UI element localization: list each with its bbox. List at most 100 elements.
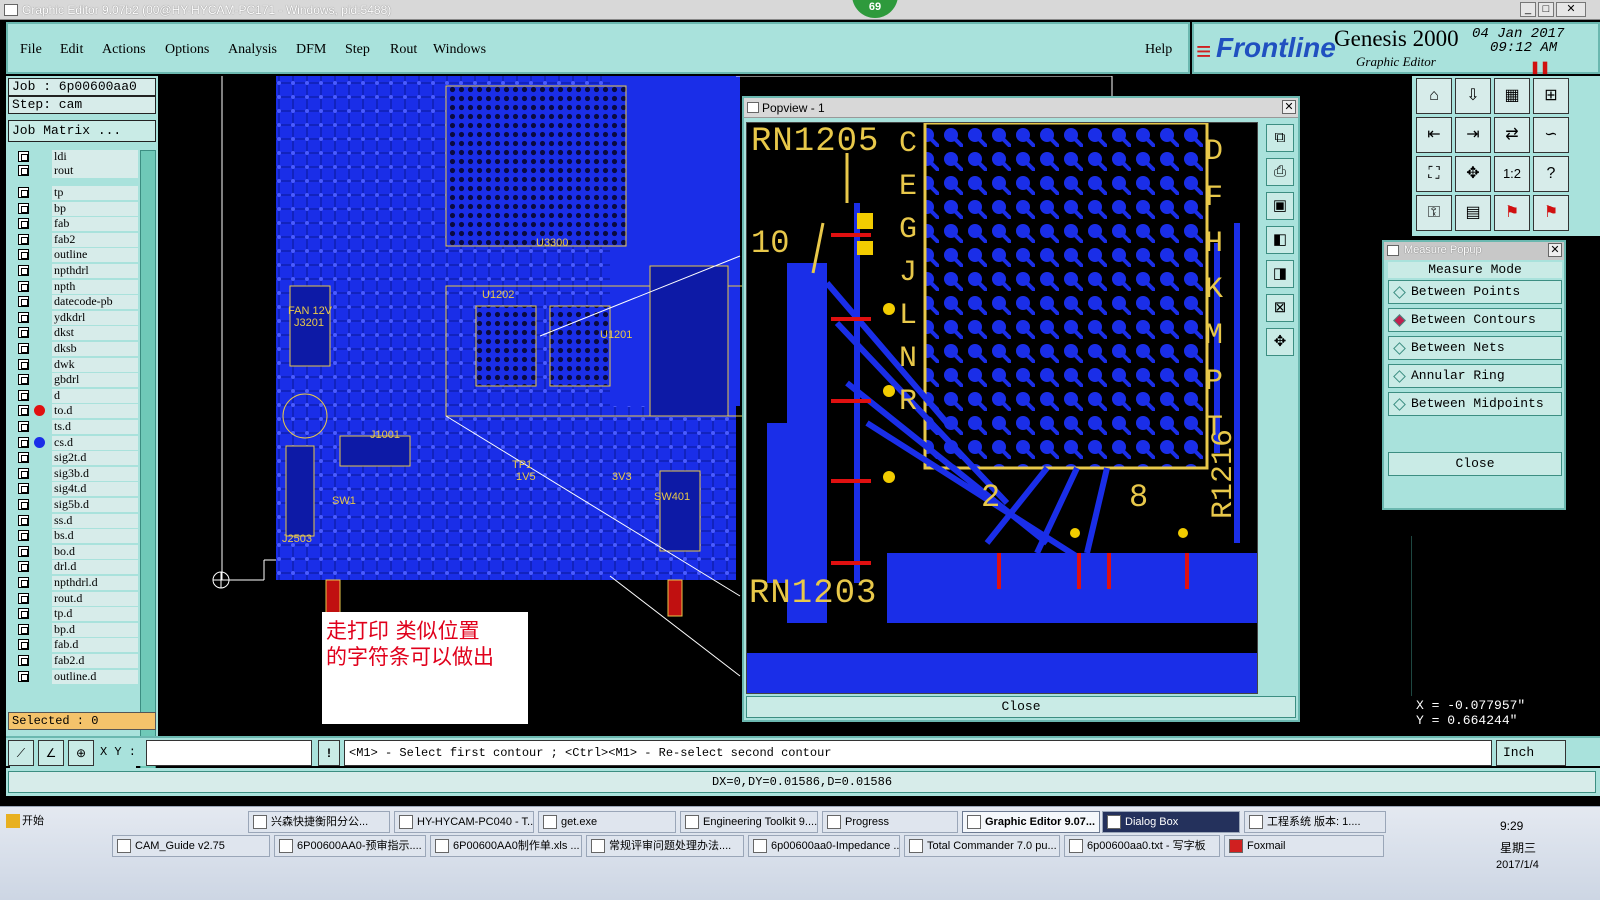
layer-checkbox[interactable] <box>18 187 29 198</box>
menu-edit[interactable]: Edit <box>60 42 83 58</box>
alert-icon[interactable]: ! <box>318 740 340 766</box>
layer-checkbox[interactable] <box>18 218 29 230</box>
layer-checkbox[interactable] <box>18 343 29 354</box>
layer-row[interactable]: outline.d <box>16 669 138 684</box>
layer-checkbox[interactable] <box>18 545 29 557</box>
popview-titlebar[interactable]: Popview - 1 ✕ <box>744 98 1298 118</box>
layer-row[interactable]: ydkdrl <box>16 310 138 325</box>
task-item[interactable]: 6p00600aa0-Impedance ... <box>748 835 900 857</box>
popview-move-icon[interactable]: ✥ <box>1266 328 1294 356</box>
layer-row[interactable]: rout.d <box>16 591 138 606</box>
layer-checkbox[interactable] <box>18 280 29 292</box>
layer-row[interactable]: fab2 <box>16 232 138 247</box>
layer-row[interactable]: sig3b.d <box>16 466 138 481</box>
popview-pan-right-icon[interactable]: ◨ <box>1266 260 1294 288</box>
layer-row[interactable]: fab.d <box>16 638 138 653</box>
option-between-points[interactable]: Between Points <box>1388 280 1562 304</box>
task-item[interactable]: 6P00600AA0制作单.xls ... <box>430 835 582 857</box>
menu-analysis[interactable]: Analysis <box>228 42 277 58</box>
clock-time[interactable]: 9:29 <box>1500 819 1523 833</box>
task-item[interactable]: 常规评审问题处理办法.... <box>586 835 744 857</box>
layer-checkbox[interactable] <box>18 483 29 495</box>
layer-checkbox[interactable] <box>18 561 29 573</box>
layer-checkbox[interactable] <box>18 452 29 464</box>
layer-row[interactable]: ss.d <box>16 513 138 528</box>
units-selector[interactable]: Inch <box>1496 740 1566 766</box>
home-icon[interactable]: ⌂ <box>1416 78 1452 114</box>
layer-checkbox[interactable] <box>18 608 29 620</box>
start-button[interactable]: 开始 <box>2 811 48 833</box>
layer-row[interactable]: sig4t.d <box>16 482 138 497</box>
layer-row[interactable]: dwk <box>16 357 138 372</box>
zoom-fit-icon[interactable]: ⛶ <box>1416 156 1452 192</box>
layer-checkbox[interactable] <box>18 327 29 339</box>
layer-row[interactable]: ldi <box>16 150 138 164</box>
task-item[interactable]: HY-HYCAM-PC040 - T... <box>394 811 534 833</box>
layer-checkbox[interactable] <box>18 499 29 510</box>
layer-row[interactable]: bp <box>16 201 138 216</box>
layer-row[interactable]: outline <box>16 248 138 263</box>
option-annular-ring[interactable]: Annular Ring <box>1388 364 1562 388</box>
layer-row[interactable]: npthdrl <box>16 264 138 278</box>
menu-windows[interactable]: Windows <box>433 42 486 58</box>
grid-icon[interactable]: ⊞ <box>1533 78 1569 114</box>
menu-actions[interactable]: Actions <box>102 42 146 58</box>
task-item[interactable]: Total Commander 7.0 pu... <box>904 835 1060 857</box>
task-item[interactable]: CAM_Guide v2.75 <box>112 835 270 857</box>
popview-zoom-icon[interactable]: ⊠ <box>1266 294 1294 322</box>
option-between-midpoints[interactable]: Between Midpoints <box>1388 392 1562 416</box>
layer-checkbox[interactable] <box>18 530 29 542</box>
snake-icon[interactable]: ∽ <box>1533 117 1569 153</box>
layer-row[interactable]: dkst <box>16 326 138 341</box>
minimize-button[interactable]: _ <box>1520 2 1536 17</box>
task-item[interactable]: get.exe <box>538 811 676 833</box>
layer-checkbox[interactable] <box>18 577 29 588</box>
layer-checkbox[interactable] <box>18 514 29 526</box>
task-item[interactable]: Foxmail <box>1224 835 1384 857</box>
layer-row[interactable]: cs.d <box>16 435 138 450</box>
layer-row[interactable]: to.d <box>16 404 138 419</box>
layer-row[interactable]: npthdrl.d <box>16 576 138 590</box>
task-item-active[interactable]: Graphic Editor 9.07... <box>962 811 1100 833</box>
task-item[interactable]: Engineering Toolkit 9.... <box>680 811 818 833</box>
red-tool-2-icon[interactable]: ⚑ <box>1533 195 1569 231</box>
layer-row[interactable]: ts.d <box>16 420 138 434</box>
popview-pan-left-icon[interactable]: ◧ <box>1266 226 1294 254</box>
help-icon[interactable]: ? <box>1533 156 1569 192</box>
layer-row[interactable]: bo.d <box>16 544 138 559</box>
popview-zoom-fit-icon[interactable]: ⧉ <box>1266 124 1294 152</box>
layer-checkbox[interactable] <box>18 436 29 448</box>
layer-row[interactable]: tp.d <box>16 607 138 622</box>
layer-checkbox[interactable] <box>18 202 29 214</box>
zoom-in-icon[interactable]: ✥ <box>1455 156 1491 192</box>
option-between-nets[interactable]: Between Nets <box>1388 336 1562 360</box>
layer-row[interactable]: rout <box>16 164 138 178</box>
maximize-button[interactable]: □ <box>1538 2 1554 17</box>
layer-checkbox[interactable] <box>18 389 29 401</box>
measure-close-button[interactable]: Close <box>1388 452 1562 476</box>
layer-checkbox[interactable] <box>18 592 29 604</box>
close-window-button[interactable]: ✕ <box>1556 2 1586 17</box>
layer-row[interactable]: tp <box>16 186 138 200</box>
layer-checkbox[interactable] <box>18 249 29 261</box>
layer-checkbox[interactable] <box>18 165 29 176</box>
crosshair-icon[interactable]: ⊕ <box>68 740 94 766</box>
task-item[interactable]: 兴森快捷衡阳分公... <box>248 811 390 833</box>
key-icon[interactable]: ⚿ <box>1416 195 1452 231</box>
layer-checkbox[interactable] <box>18 467 29 479</box>
layer-row[interactable]: npth <box>16 279 138 294</box>
layer-checkbox[interactable] <box>18 421 29 432</box>
snap-icon[interactable]: ⟋ <box>8 740 34 766</box>
xy-input[interactable] <box>146 740 312 766</box>
arrow-right-icon[interactable]: ⇥ <box>1455 117 1491 153</box>
layer-checkbox[interactable] <box>18 655 29 666</box>
task-item[interactable]: 6P00600AA0-预审指示.... <box>274 835 426 857</box>
angle-icon[interactable]: ∠ <box>38 740 64 766</box>
layer-row[interactable]: fab2.d <box>16 654 138 668</box>
arrow-left-icon[interactable]: ⇤ <box>1416 117 1452 153</box>
layer-row[interactable]: d <box>16 388 138 403</box>
menu-dfm[interactable]: DFM <box>296 42 326 58</box>
popview-canvas[interactable]: RN1205 RN1203 R1216 10 2 8 CEGJLNR DFHKM… <box>746 122 1258 694</box>
popview-close-button[interactable]: Close <box>746 696 1296 718</box>
task-item[interactable]: 6p00600aa0.txt - 写字板 <box>1064 835 1220 857</box>
